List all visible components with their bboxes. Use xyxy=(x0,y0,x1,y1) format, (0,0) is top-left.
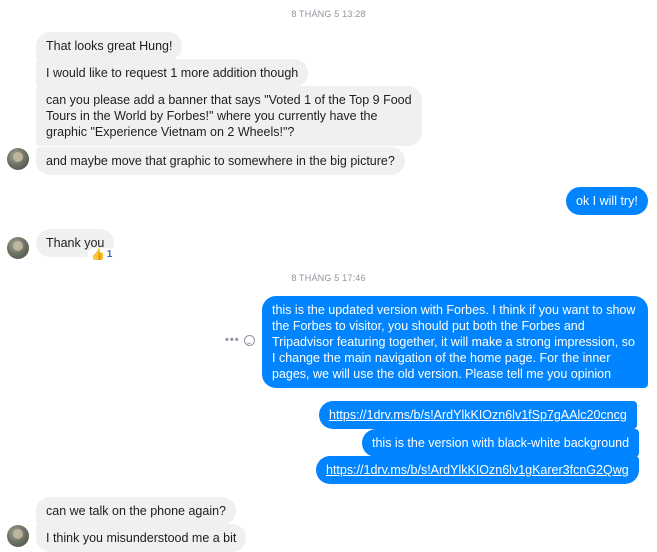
message-bubble-incoming[interactable]: That looks great Hung! xyxy=(36,32,183,60)
timestamp-divider: 8 THÁNG 5 17:46 xyxy=(291,273,366,283)
message-link-outgoing[interactable]: https://1drv.ms/b/s!ArdYlkKIOzn6lv1fSp7g… xyxy=(319,401,637,429)
emoji-reaction-icon[interactable] xyxy=(243,334,255,346)
contact-avatar[interactable] xyxy=(7,237,29,259)
message-actions: ••• xyxy=(225,334,255,346)
thumbs-up-icon: 👍 xyxy=(91,249,105,261)
message-bubble-incoming[interactable]: can you please add a banner that says "V… xyxy=(36,86,422,146)
contact-avatar[interactable] xyxy=(7,525,29,547)
message-link-outgoing[interactable]: https://1drv.ms/b/s!ArdYlkKIOzn6lv1gKare… xyxy=(316,456,639,484)
message-bubble-incoming[interactable]: I think you misunderstood me a bit xyxy=(36,524,247,552)
message-bubble-outgoing[interactable]: this is the version with black-white bac… xyxy=(362,429,640,457)
message-reaction[interactable]: 👍 1 xyxy=(88,248,116,261)
timestamp-divider: 8 THÁNG 5 13:28 xyxy=(291,9,366,19)
message-bubble-incoming[interactable]: I would like to request 1 more addition … xyxy=(36,59,309,87)
message-bubble-outgoing[interactable]: this is the updated version with Forbes.… xyxy=(262,296,648,388)
message-bubble-outgoing[interactable]: ok I will try! xyxy=(566,187,648,215)
message-bubble-incoming[interactable]: can we talk on the phone again? xyxy=(36,497,236,525)
reaction-count: 1 xyxy=(106,249,113,260)
contact-avatar[interactable] xyxy=(7,148,29,170)
message-bubble-incoming[interactable]: and maybe move that graphic to somewhere… xyxy=(36,147,405,175)
more-options-icon[interactable]: ••• xyxy=(225,334,240,346)
